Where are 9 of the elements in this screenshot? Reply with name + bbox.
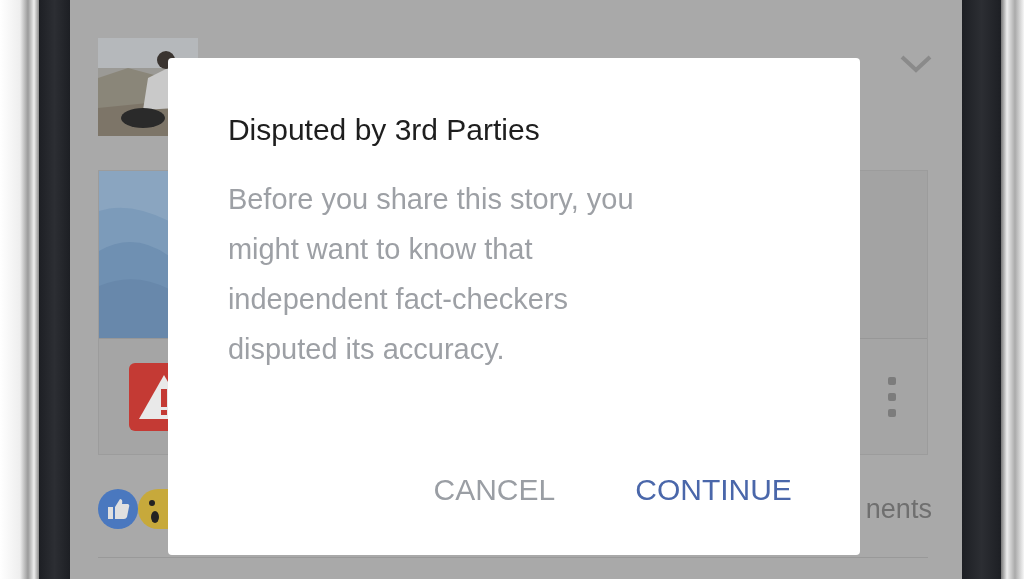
like-icon [97,489,138,529]
comments-count-text: nents [865,493,932,525]
chevron-down-icon[interactable] [899,55,932,73]
wow-emoji-icon [137,489,170,529]
continue-button[interactable]: CONTINUE [635,473,792,507]
dialog-message: Before you share this story, you might want to know that independent fact-checkers disputed its accuracy. [227,182,635,367]
dialog-title: Disputed by 3rd Parties [227,112,541,148]
warning-icon [128,362,169,431]
more-options-icon[interactable] [886,376,897,417]
